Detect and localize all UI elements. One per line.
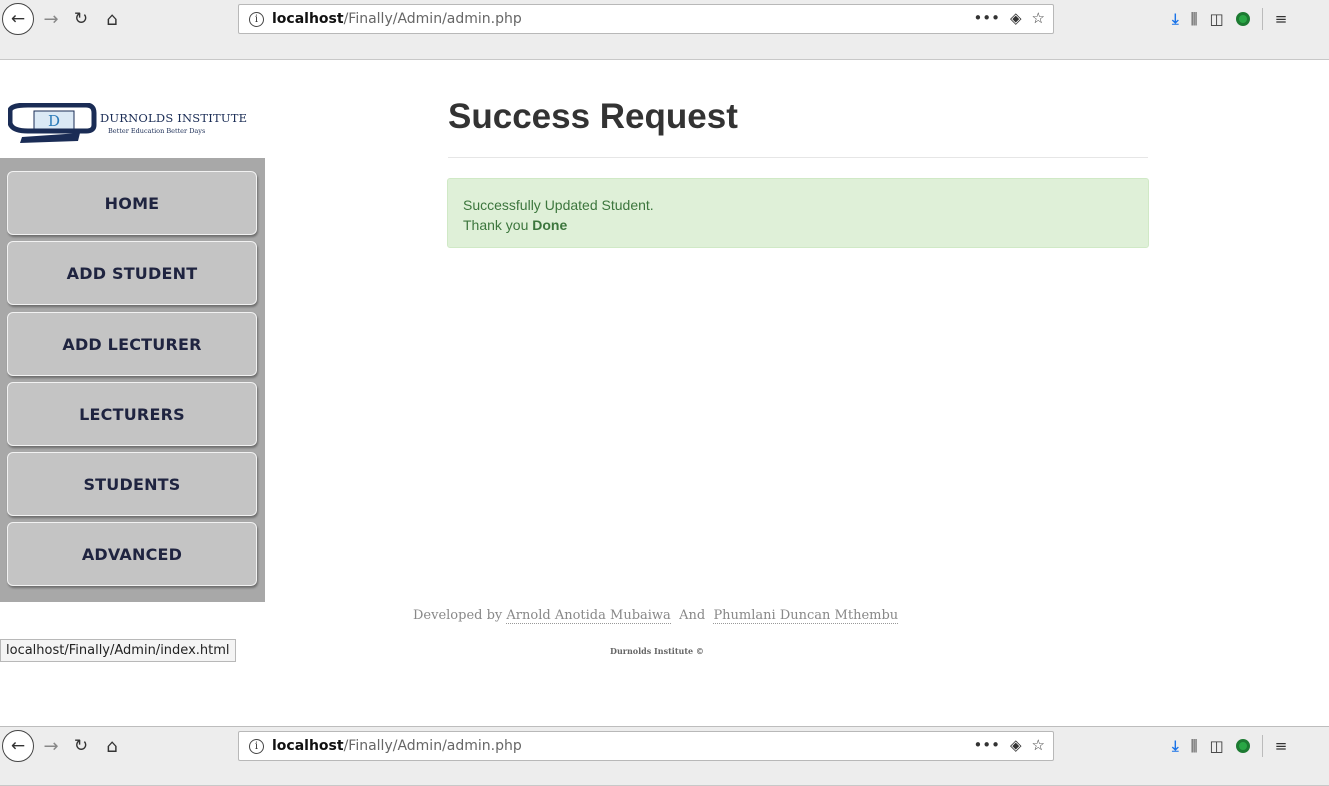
bookmark-star-icon[interactable]: ☆ <box>1032 9 1045 27</box>
sidebar-item-lecturers[interactable]: LECTURERS <box>7 382 257 446</box>
page-actions-icon[interactable]: ••• <box>973 736 1000 754</box>
bookmark-star-icon[interactable]: ☆ <box>1032 736 1045 754</box>
pocket-icon[interactable]: ◈ <box>1010 736 1022 754</box>
sidebar-item-students[interactable]: STUDENTS <box>7 452 257 516</box>
forward-arrow-icon[interactable]: → <box>40 3 62 35</box>
toolbar-right-tools: ⤓ ⫼ ◫ ≡ <box>1172 8 1287 30</box>
url-bar[interactable]: i localhost/Finally/Admin/admin.php ••• … <box>238 731 1054 761</box>
extension-icon[interactable] <box>1235 12 1250 26</box>
library-icon[interactable]: ⫼ <box>1191 737 1198 755</box>
logo-tagline: Better Education Better Days <box>108 127 206 135</box>
page-actions-icon[interactable]: ••• <box>973 9 1000 27</box>
alert-message: Successfully Updated Student. <box>463 197 654 213</box>
pocket-icon[interactable]: ◈ <box>1010 9 1022 27</box>
url-actions: ••• ◈ ☆ <box>973 736 1045 754</box>
sidebar-toggle-icon[interactable]: ◫ <box>1210 737 1224 755</box>
footer-copyright: Durnolds Institute © <box>610 646 704 656</box>
download-icon[interactable]: ⤓ <box>1172 737 1179 755</box>
sidebar-item-add-lecturer[interactable]: ADD LECTURER <box>7 312 257 376</box>
reload-icon[interactable]: ↻ <box>69 3 93 35</box>
sidebar-item-home[interactable]: HOME <box>7 171 257 235</box>
download-icon[interactable]: ⤓ <box>1172 10 1179 28</box>
url-host: localhost <box>272 738 344 754</box>
info-icon[interactable]: i <box>249 738 264 754</box>
menu-icon[interactable]: ≡ <box>1275 737 1288 755</box>
toolbar-right-tools: ⤓ ⫼ ◫ ≡ <box>1172 735 1287 757</box>
back-arrow-icon[interactable]: ← <box>2 3 34 35</box>
link-status-bar: localhost/Finally/Admin/index.html <box>0 639 236 662</box>
sidebar: HOME ADD STUDENT ADD LECTURER LECTURERS … <box>0 158 265 602</box>
reload-icon[interactable]: ↻ <box>69 730 93 762</box>
svg-text:D: D <box>48 112 60 130</box>
browser-toolbar: ← → ↻ ⌂ i localhost/Finally/Admin/admin.… <box>0 0 1329 60</box>
footer-credits: Developed by Arnold Anotida Mubaiwa And … <box>413 608 933 624</box>
browser-toolbar-duplicate: ← → ↻ ⌂ i localhost/Finally/Admin/admin.… <box>0 726 1329 786</box>
author-link-arnold[interactable]: Arnold Anotida Mubaiwa <box>506 608 671 624</box>
title-divider <box>448 157 1148 158</box>
logo-title: DURNOLDS INSTITUTE <box>100 111 248 125</box>
url-actions: ••• ◈ ☆ <box>973 9 1045 27</box>
page-title: Success Request <box>448 97 738 136</box>
back-arrow-icon[interactable]: ← <box>2 730 34 762</box>
info-icon[interactable]: i <box>249 11 264 27</box>
institute-logo[interactable]: D DURNOLDS INSTITUTE Better Education Be… <box>7 102 248 147</box>
library-icon[interactable]: ⫼ <box>1191 10 1198 28</box>
home-icon[interactable]: ⌂ <box>100 730 124 762</box>
success-alert: Successfully Updated Student. Thank you … <box>447 178 1149 248</box>
sidebar-toggle-icon[interactable]: ◫ <box>1210 10 1224 28</box>
url-bar[interactable]: i localhost/Finally/Admin/admin.php ••• … <box>238 4 1054 34</box>
alert-thanks-text: Thank you <box>463 217 529 233</box>
logo-graphic-icon: D <box>7 102 97 143</box>
extension-icon[interactable] <box>1235 739 1250 753</box>
home-icon[interactable]: ⌂ <box>100 3 124 35</box>
alert-thanks: Thank you Done <box>463 215 1133 235</box>
toolbar-separator <box>1261 8 1263 30</box>
url-path: /Finally/Admin/admin.php <box>343 738 522 754</box>
sidebar-item-add-student[interactable]: ADD STUDENT <box>7 241 257 305</box>
url-path: /Finally/Admin/admin.php <box>343 11 522 27</box>
forward-arrow-icon[interactable]: → <box>40 730 62 762</box>
alert-done-text: Done <box>532 217 568 233</box>
developed-by-text: Developed by <box>413 608 503 623</box>
toolbar-separator <box>1261 735 1263 757</box>
url-host: localhost <box>272 11 344 27</box>
menu-icon[interactable]: ≡ <box>1275 10 1288 28</box>
and-text: And <box>679 608 706 623</box>
author-link-phumlani[interactable]: Phumlani Duncan Mthembu <box>713 608 899 624</box>
sidebar-item-advanced[interactable]: ADVANCED <box>7 522 257 586</box>
